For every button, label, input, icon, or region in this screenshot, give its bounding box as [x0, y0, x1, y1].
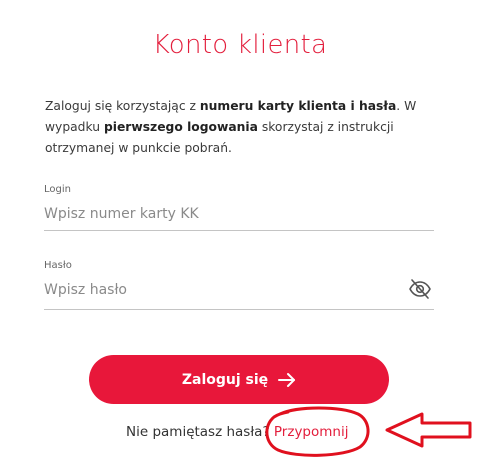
login-button-label: Zaloguj się: [181, 371, 269, 388]
remind-link[interactable]: Przypomnij: [274, 424, 349, 440]
login-label: Login: [44, 184, 71, 195]
intro-part-1: Zaloguj się korzystając z: [45, 99, 200, 113]
login-field: Login: [44, 184, 434, 231]
login-underline: [44, 230, 434, 231]
page-title: Konto klienta: [152, 30, 328, 60]
login-input[interactable]: [44, 204, 404, 224]
remind-row: Nie pamiętasz hasła? Przypomnij: [126, 424, 348, 440]
arrow-right-icon: [278, 372, 296, 387]
annotation-arrow-icon: [385, 412, 472, 448]
password-field: Hasło: [44, 260, 434, 310]
password-underline: [44, 309, 434, 310]
login-button[interactable]: Zaloguj się: [89, 355, 389, 404]
remind-question: Nie pamiętasz hasła?: [126, 424, 270, 440]
password-input[interactable]: [44, 280, 404, 300]
intro-bold-1: numeru karty klienta i hasła: [199, 99, 397, 113]
password-label: Hasło: [44, 260, 72, 271]
eye-off-icon[interactable]: [408, 277, 432, 301]
intro-bold-2: pierwszego logowania: [103, 120, 258, 134]
intro-text: Zaloguj się korzystając z numeru karty k…: [45, 96, 435, 159]
